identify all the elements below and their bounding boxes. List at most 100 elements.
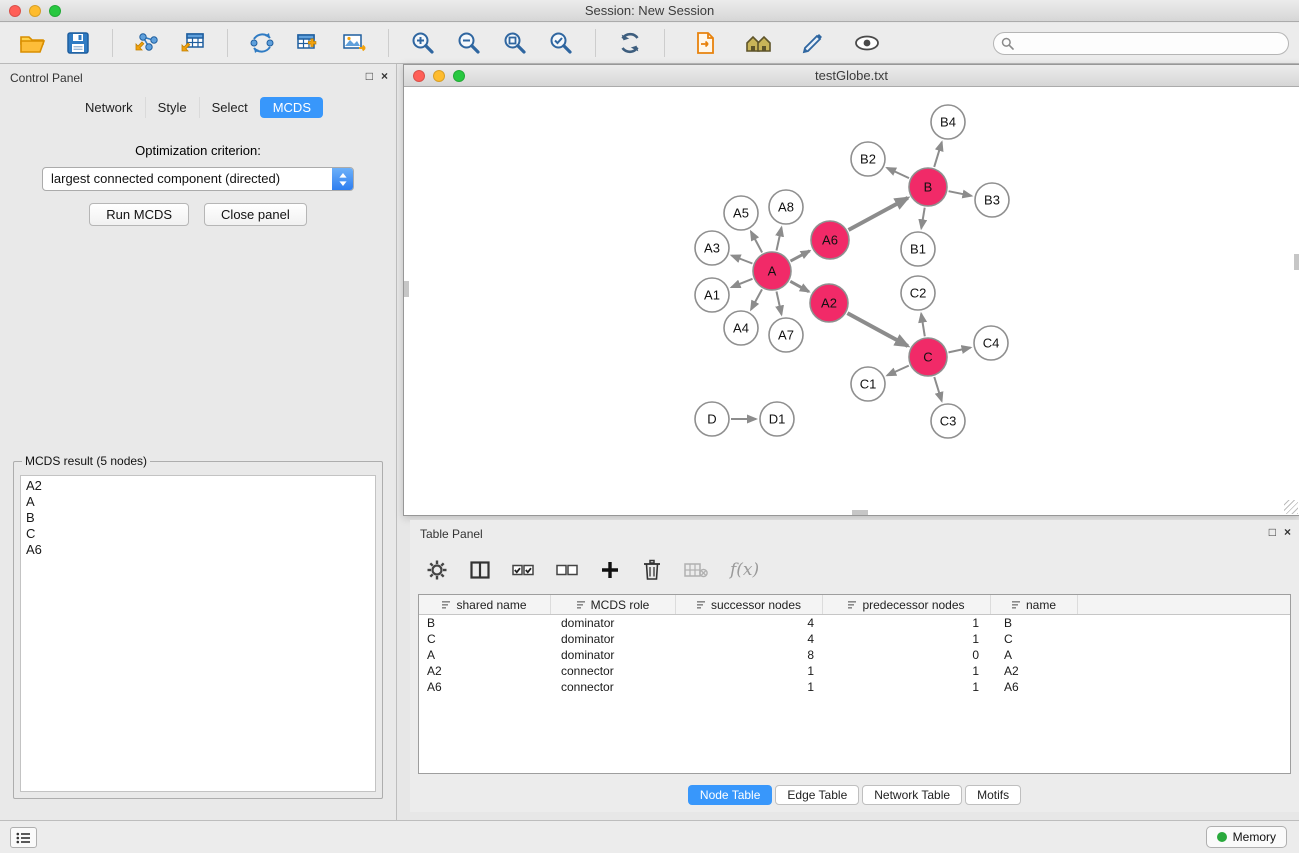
close-panel-button[interactable]: Close panel <box>204 203 307 226</box>
graph-node-C3[interactable]: C3 <box>931 404 965 438</box>
graph-edge-A-A8[interactable] <box>777 228 782 251</box>
graph-node-A8[interactable]: A8 <box>769 190 803 224</box>
column-header-name[interactable]: name <box>991 595 1078 614</box>
resize-grip-icon[interactable] <box>1284 500 1298 514</box>
column-header-mcds-role[interactable]: MCDS role <box>551 595 676 614</box>
mcds-result-item[interactable]: C <box>26 526 370 542</box>
apply-layout-button[interactable] <box>610 25 650 61</box>
graph-edge-C-C2[interactable] <box>921 314 925 337</box>
tab-select[interactable]: Select <box>199 97 260 118</box>
graph-edge-A-A6[interactable] <box>791 251 810 261</box>
table-row[interactable]: Cdominator41C <box>419 631 1290 647</box>
open-session-button[interactable] <box>12 25 52 61</box>
mcds-result-item[interactable]: A6 <box>26 542 370 558</box>
mcds-result-item[interactable]: A2 <box>26 478 370 494</box>
minimize-window-button[interactable] <box>29 5 41 17</box>
column-header-successor-nodes[interactable]: successor nodes <box>676 595 823 614</box>
table-settings-button[interactable] <box>426 555 448 585</box>
mcds-result-list[interactable]: A2ABCA6 <box>20 475 376 792</box>
graph-edge-A-A7[interactable] <box>777 292 782 315</box>
zoom-selected-button[interactable] <box>541 25 581 61</box>
graph-edge-C-C1[interactable] <box>887 366 909 376</box>
graph-node-C[interactable]: C <box>909 338 947 376</box>
close-window-button[interactable] <box>9 5 21 17</box>
tab-mcds[interactable]: MCDS <box>260 97 323 118</box>
graph-edge-B-B3[interactable] <box>949 191 972 196</box>
new-network-button[interactable] <box>242 25 282 61</box>
graph-node-C2[interactable]: C2 <box>901 276 935 310</box>
search-input[interactable] <box>1018 35 1288 53</box>
float-table-panel-icon[interactable]: □ <box>1269 526 1276 538</box>
zoom-in-button[interactable] <box>403 25 443 61</box>
export-image-button[interactable] <box>334 25 374 61</box>
graph-edge-A-A2[interactable] <box>790 281 809 291</box>
select-all-columns-button[interactable] <box>512 555 534 585</box>
table-row[interactable]: Adominator80A <box>419 647 1290 663</box>
zoom-fit-button[interactable] <box>495 25 535 61</box>
tab-node-table[interactable]: Node Table <box>688 785 773 805</box>
new-table-button[interactable] <box>288 25 328 61</box>
graphics-details-button[interactable] <box>847 25 887 61</box>
validate-style-button[interactable] <box>793 25 833 61</box>
column-header-predecessor-nodes[interactable]: predecessor nodes <box>823 595 991 614</box>
create-column-button[interactable] <box>600 555 620 585</box>
import-network-file-button[interactable] <box>127 25 167 61</box>
graph-edge-B-B2[interactable] <box>887 168 909 178</box>
tab-style[interactable]: Style <box>145 97 199 118</box>
graph-node-C1[interactable]: C1 <box>851 367 885 401</box>
import-annotation-button[interactable] <box>685 25 725 61</box>
tab-edge-table[interactable]: Edge Table <box>775 785 859 805</box>
graph-node-D[interactable]: D <box>695 402 729 436</box>
graph-edge-B-B1[interactable] <box>921 208 924 229</box>
table-row[interactable]: Bdominator41B <box>419 615 1290 631</box>
graph-node-A5[interactable]: A5 <box>724 196 758 230</box>
zoom-out-button[interactable] <box>449 25 489 61</box>
graph-node-A6[interactable]: A6 <box>811 221 849 259</box>
dropdown-stepper-icon[interactable] <box>332 168 353 190</box>
network-overview-button[interactable] <box>739 25 779 61</box>
network-canvas[interactable]: B4B2BB3A5A8A6B1A3AC2A1A2A4A7C4CC1C3DD1 <box>404 88 1299 515</box>
function-builder-button[interactable]: f(x) <box>730 555 759 585</box>
table-row[interactable]: A6connector11A6 <box>419 679 1290 695</box>
tab-network[interactable]: Network <box>73 97 145 118</box>
graph-edge-C-C3[interactable] <box>934 377 941 401</box>
graph-edge-A-A1[interactable] <box>732 279 753 287</box>
graph-node-B4[interactable]: B4 <box>931 105 965 139</box>
import-table-file-button[interactable] <box>173 25 213 61</box>
pane-grip-left[interactable] <box>404 281 409 297</box>
graph-edge-A-A3[interactable] <box>732 256 753 264</box>
tab-network-table[interactable]: Network Table <box>862 785 962 805</box>
graph-node-B[interactable]: B <box>909 168 947 206</box>
graph-node-B1[interactable]: B1 <box>901 232 935 266</box>
mcds-result-item[interactable]: A <box>26 494 370 510</box>
memory-button[interactable]: Memory <box>1206 826 1287 848</box>
graph-edge-B-B4[interactable] <box>934 142 942 167</box>
graph-node-B2[interactable]: B2 <box>851 142 885 176</box>
close-table-panel-icon[interactable]: × <box>1284 526 1291 538</box>
save-session-button[interactable] <box>58 25 98 61</box>
network-close-button[interactable] <box>413 70 425 82</box>
graph-node-A7[interactable]: A7 <box>769 318 803 352</box>
graph-node-A[interactable]: A <box>753 252 791 290</box>
float-panel-icon[interactable]: □ <box>366 70 373 82</box>
graph-edge-C-C4[interactable] <box>949 348 971 353</box>
graph-node-C4[interactable]: C4 <box>974 326 1008 360</box>
delete-table-button[interactable] <box>684 555 708 585</box>
search-box[interactable] <box>993 32 1289 55</box>
graph-node-A4[interactable]: A4 <box>724 311 758 345</box>
mcds-result-item[interactable]: B <box>26 510 370 526</box>
column-header-shared-name[interactable]: shared name <box>419 595 551 614</box>
graph-node-A3[interactable]: A3 <box>695 231 729 265</box>
zoom-window-button[interactable] <box>49 5 61 17</box>
graph-edge-A-A5[interactable] <box>751 232 762 253</box>
network-minimize-button[interactable] <box>433 70 445 82</box>
unselect-all-columns-button[interactable] <box>556 555 578 585</box>
ui-settings-button[interactable] <box>10 827 37 848</box>
tab-motifs[interactable]: Motifs <box>965 785 1021 805</box>
graph-node-D1[interactable]: D1 <box>760 402 794 436</box>
pane-grip-right[interactable] <box>1294 254 1299 270</box>
graph-node-A2[interactable]: A2 <box>810 284 848 322</box>
graph-edge-A-A4[interactable] <box>751 289 762 309</box>
pane-grip-bottom[interactable] <box>852 510 868 515</box>
run-mcds-button[interactable]: Run MCDS <box>89 203 189 226</box>
